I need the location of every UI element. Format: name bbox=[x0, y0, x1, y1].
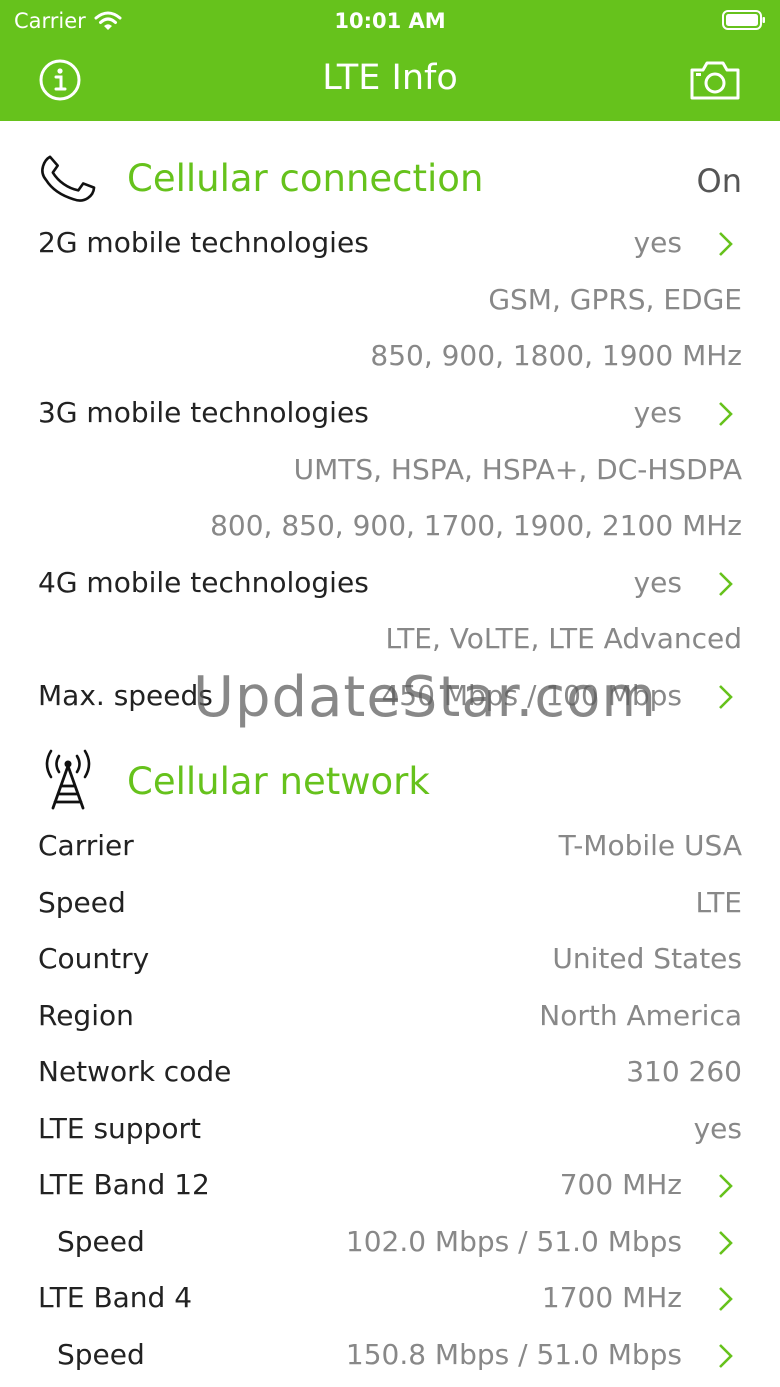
row-lte-support-value: yes bbox=[693, 1112, 742, 1145]
row-2g-value: yes bbox=[633, 226, 682, 259]
row-3g-bands-value: 800, 850, 900, 1700, 1900, 2100 MHz bbox=[210, 509, 742, 542]
row-2g-bands-value: 850, 900, 1800, 1900 MHz bbox=[370, 339, 742, 372]
chevron-right-icon[interactable] bbox=[716, 1285, 736, 1313]
chevron-right-icon[interactable] bbox=[716, 1172, 736, 1200]
row-network-code-label: Network code bbox=[38, 1055, 232, 1088]
chevron-right-icon[interactable] bbox=[716, 683, 736, 711]
chevron-right-icon[interactable] bbox=[716, 1342, 736, 1370]
chevron-right-icon[interactable] bbox=[716, 400, 736, 428]
row-speed-value: LTE bbox=[695, 886, 742, 919]
row-4g-value: yes bbox=[633, 566, 682, 599]
chevron-right-icon[interactable] bbox=[716, 570, 736, 598]
row-lte-band-12-value: 700 MHz bbox=[559, 1168, 682, 1201]
row-lte-band-12-speed-value: 102.0 Mbps / 51.0 Mbps bbox=[345, 1225, 682, 1258]
row-carrier-label: Carrier bbox=[38, 829, 134, 862]
battery-icon bbox=[722, 10, 765, 30]
row-2g-label: 2G mobile technologies bbox=[38, 226, 369, 259]
row-lte-support-label: LTE support bbox=[38, 1112, 201, 1145]
row-3g-standards-value: UMTS, HSPA, HSPA+, DC-HSDPA bbox=[293, 453, 742, 486]
nav-bar: Carrier 10:01 AM LTE Info bbox=[0, 0, 780, 121]
row-3g-value: yes bbox=[633, 396, 682, 429]
row-max-speeds-label: Max. speeds bbox=[38, 679, 213, 712]
antenna-tower-icon bbox=[45, 749, 91, 810]
row-lte-band-12-label: LTE Band 12 bbox=[38, 1168, 210, 1201]
row-3g-label: 3G mobile technologies bbox=[38, 396, 369, 429]
chevron-right-icon[interactable] bbox=[716, 1229, 736, 1257]
row-region-value: North America bbox=[539, 999, 742, 1032]
page-title: LTE Info bbox=[322, 58, 458, 98]
row-4g-standards-value: LTE, VoLTE, LTE Advanced bbox=[385, 622, 742, 655]
row-speed-label: Speed bbox=[38, 886, 126, 919]
chevron-right-icon[interactable] bbox=[716, 230, 736, 258]
row-4g-label: 4G mobile technologies bbox=[38, 566, 369, 599]
row-region-label: Region bbox=[38, 999, 134, 1032]
camera-icon[interactable] bbox=[688, 58, 742, 102]
row-country-label: Country bbox=[38, 942, 150, 975]
row-carrier-value: T-Mobile USA bbox=[558, 829, 742, 862]
row-lte-band-4-value: 1700 MHz bbox=[541, 1281, 682, 1314]
row-lte-band-4-label: LTE Band 4 bbox=[38, 1281, 193, 1314]
status-time: 10:01 AM bbox=[334, 9, 446, 33]
row-max-speeds-value: 450 Mbps / 100 Mbps bbox=[381, 679, 682, 712]
section-title-cellular-network: Cellular network bbox=[127, 760, 430, 803]
row-lte-band-4-speed-value: 150.8 Mbps / 51.0 Mbps bbox=[345, 1338, 682, 1371]
row-2g-standards-value: GSM, GPRS, EDGE bbox=[488, 283, 742, 316]
row-lte-band-12-speed-label: Speed bbox=[57, 1225, 145, 1258]
row-lte-band-4-speed-label: Speed bbox=[57, 1338, 145, 1371]
section-title-cellular-connection: Cellular connection bbox=[127, 157, 484, 200]
connection-status: On bbox=[696, 162, 742, 200]
row-country-value: United States bbox=[552, 942, 742, 975]
phone-icon bbox=[41, 155, 96, 202]
row-network-code-value: 310 260 bbox=[626, 1055, 742, 1088]
